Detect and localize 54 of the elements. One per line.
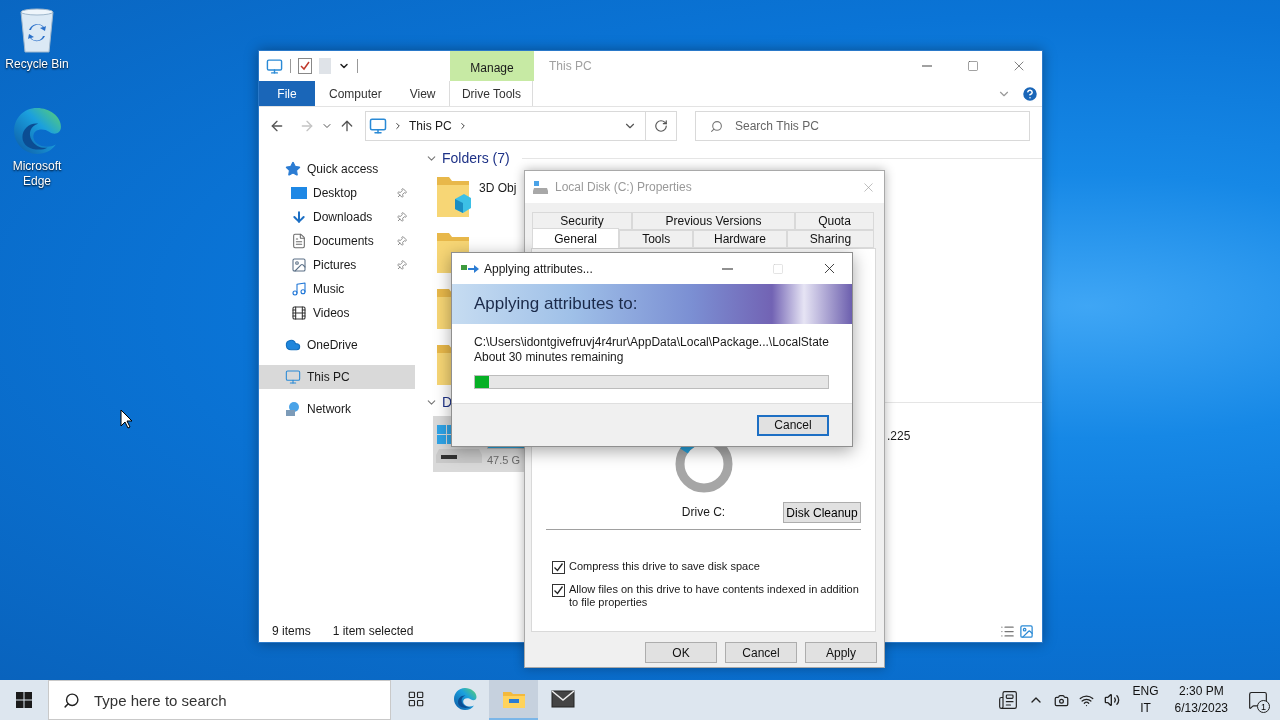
nav-item[interactable]: Quick access — [259, 157, 415, 181]
location-name: .225 — [887, 429, 911, 443]
notification-count: 1 — [1257, 700, 1270, 713]
disk-cleanup-button[interactable]: Disk Cleanup — [783, 502, 861, 523]
search-field[interactable]: Search This PC — [695, 111, 1030, 141]
group-header[interactable]: D — [442, 394, 453, 410]
file-path: C:\Users\idontgivefruvj4r4rur\AppData\Local\Package...\LocalState — [474, 335, 829, 350]
dialog-tab[interactable]: Previous Versions — [632, 212, 795, 230]
selection-count: 1 item selected — [332, 624, 414, 638]
search-input[interactable]: Search This PC — [733, 118, 1029, 134]
nav-item[interactable]: Downloads — [259, 205, 415, 229]
nav-item[interactable]: Videos — [259, 301, 415, 325]
checkbox-label: Compress this drive to save disk space — [569, 560, 760, 573]
ribbon-tab[interactable]: Computer — [315, 81, 396, 106]
dialog-tab[interactable]: Security — [532, 212, 632, 230]
window-title: This PC — [548, 58, 593, 75]
breadcrumb[interactable]: This PC — [409, 119, 452, 133]
cancel-button[interactable]: Cancel — [757, 414, 829, 436]
nav-item[interactable]: Pictures — [259, 253, 415, 277]
nav-item[interactable]: OneDrive — [259, 333, 415, 357]
nav-item[interactable]: Desktop — [259, 181, 415, 205]
nav-item[interactable]: Music — [259, 277, 415, 301]
ribbon-tab[interactable]: View — [395, 81, 450, 106]
nav-item[interactable]: Network — [259, 397, 415, 421]
desktop-shortcut[interactable]: Recycle Bin — [0, 6, 74, 72]
address-bar[interactable]: This PC — [365, 111, 677, 141]
dialog-title: Applying attributes... — [484, 261, 594, 276]
dialog-tab[interactable]: General — [532, 228, 620, 248]
context-tab-group: Manage — [450, 51, 534, 81]
dialog-tab[interactable]: Tools — [619, 230, 694, 248]
nav-item[interactable]: Documents — [259, 229, 415, 253]
notifications-button[interactable]: 1 — [1236, 680, 1280, 720]
file-menu-button[interactable]: File — [259, 81, 315, 106]
dialog-heading: Applying attributes to: — [474, 294, 638, 314]
dialog-button[interactable]: OK — [645, 642, 717, 663]
nav-item[interactable]: This PC — [259, 365, 415, 389]
drive-size: 47.5 G — [487, 454, 522, 466]
dialog-tab[interactable]: Quota — [795, 212, 874, 230]
dialog-tab[interactable]: Sharing — [786, 230, 874, 248]
dialog-title: Local Disk (C:) Properties — [555, 180, 693, 194]
dialog-button[interactable]: Apply — [805, 642, 877, 663]
drive-label: Drive C: — [681, 505, 726, 519]
taskbar-search-field[interactable]: Type here to search — [48, 680, 391, 720]
checkbox-label: Allow files on this drive to have contents indexed in addition to file properties — [569, 583, 860, 609]
dialog-button[interactable]: Cancel — [725, 642, 797, 663]
language-indicator[interactable]: ENG IT — [1124, 683, 1167, 717]
dialog-tab[interactable]: Hardware — [693, 230, 787, 248]
clock[interactable]: 2:30 PM 6/13/2023 — [1166, 683, 1236, 717]
item-count: 9 items — [272, 624, 311, 638]
search-input[interactable]: Type here to search — [92, 690, 390, 710]
folder-name: 3D Obj — [479, 180, 517, 195]
group-header[interactable]: Folders (7) — [442, 150, 510, 166]
desktop-shortcut[interactable]: Microsoft Edge — [0, 106, 74, 189]
time-remaining: About 30 minutes remaining — [474, 350, 625, 365]
